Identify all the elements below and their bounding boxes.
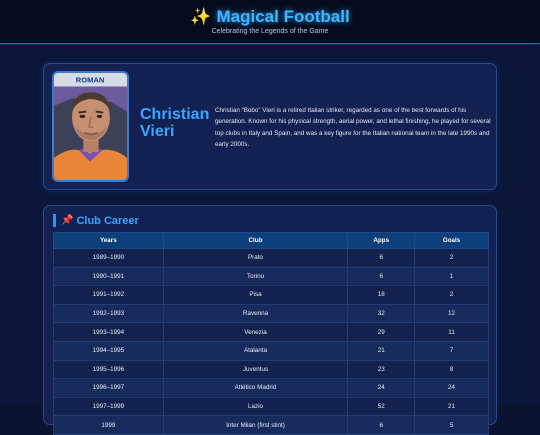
cell-club: Ravenna	[162, 303, 349, 324]
cell-club: Atalanta	[162, 340, 349, 361]
site-title[interactable]: Magical Football	[216, 7, 349, 27]
table-header-row: Years Club Apps Goals	[53, 232, 489, 249]
cell-apps: 6	[347, 248, 416, 268]
cell-years: 1995–1996	[53, 359, 164, 380]
column-header-apps: Apps	[347, 232, 416, 249]
player-photo: ROMAN	[52, 71, 129, 182]
table-row: 1993–1994 Venezia 29 11	[53, 322, 489, 342]
table-row: 1991–1992 Pisa 18 2	[53, 285, 489, 305]
column-header-club: Club	[162, 232, 349, 249]
cell-club: Lazio	[162, 396, 349, 417]
table-row: 1994–1995 Atalanta 21 7	[53, 340, 489, 361]
club-career-card: 📌 Club Career Years Club Apps Goals 1989…	[43, 205, 497, 435]
cell-years: 1993–1994	[53, 322, 164, 342]
table-row: 1989–1990 Prato 6 2	[53, 248, 489, 268]
club-career-table: Years Club Apps Goals 1989–1990 Prato 6 …	[53, 232, 489, 435]
table-row: 1990–1991 Torino 6 1	[53, 266, 489, 287]
club-career-heading: 📌 Club Career	[53, 214, 139, 227]
cell-goals: 12	[414, 303, 489, 324]
player-bio: Christian “Bobo” Vieri is a retired Ital…	[215, 107, 491, 148]
cell-years: 1990–1991	[53, 266, 164, 287]
site-tagline: Celebrating the Legends of the Game	[211, 28, 329, 35]
cell-apps: 23	[347, 359, 416, 380]
table-row: 1999 Inter Milan (first stint) 6 5	[53, 415, 489, 435]
column-header-goals: Goals	[414, 232, 489, 249]
cell-years: 1999	[53, 415, 164, 435]
table-row: 1995–1996 Juventus 23 8	[53, 359, 489, 380]
cell-apps: 24	[347, 378, 416, 398]
cell-goals: 7	[414, 340, 489, 361]
table-row: 1996–1997 Atlético Madrid 24 24	[53, 378, 489, 398]
cell-goals: 1	[414, 266, 489, 287]
cell-apps: 6	[347, 266, 416, 287]
cell-apps: 18	[347, 285, 416, 305]
photo-banner-text: ROMAN	[76, 76, 105, 85]
pushpin-icon: 📌	[61, 214, 74, 226]
player-name: Christian Vieri	[140, 106, 210, 140]
cell-apps: 6	[347, 415, 416, 435]
cell-years: 1994–1995	[53, 340, 164, 361]
cell-club: Torino	[162, 266, 349, 287]
cell-years: 1989–1990	[53, 248, 164, 268]
player-portrait-image: ROMAN	[54, 73, 127, 180]
cell-years: 1991–1992	[53, 285, 164, 305]
cell-goals: 24	[414, 378, 489, 398]
cell-club: Inter Milan (first stint)	[162, 415, 349, 435]
cell-club: Pisa	[162, 285, 349, 305]
cell-club: Prato	[162, 248, 349, 268]
cell-goals: 2	[414, 248, 489, 268]
cell-club: Juventus	[162, 359, 349, 380]
cell-apps: 21	[347, 340, 416, 361]
cell-goals: 11	[414, 322, 489, 342]
cell-apps: 32	[347, 303, 416, 324]
site-header: ✨ Magical Football Celebrating the Legen…	[0, 0, 540, 44]
site-title-row: ✨ Magical Football	[0, 7, 540, 27]
table-row: 1997–1999 Lazio 52 21	[53, 396, 489, 417]
cell-club: Atlético Madrid	[162, 378, 349, 398]
player-profile-card: ROMAN Christian Vieri Christian “Bobo” V…	[43, 63, 497, 190]
cell-club: Venezia	[162, 322, 349, 342]
sparkles-icon: ✨	[190, 7, 212, 26]
cell-goals: 5	[414, 415, 489, 435]
main-content: ROMAN Christian Vieri Christian “Bobo” V…	[0, 45, 540, 435]
cell-goals: 2	[414, 285, 489, 305]
cell-apps: 29	[347, 322, 416, 342]
cell-apps: 52	[347, 396, 416, 417]
cell-years: 1996–1997	[53, 378, 164, 398]
club-career-title: Club Career	[76, 214, 139, 227]
table-row: 1992–1993 Ravenna 32 12	[53, 303, 489, 324]
cell-years: 1997–1999	[53, 396, 164, 417]
cell-goals: 21	[414, 396, 489, 417]
column-header-years: Years	[53, 232, 164, 249]
cell-goals: 8	[414, 359, 489, 380]
cell-years: 1992–1993	[53, 303, 164, 324]
